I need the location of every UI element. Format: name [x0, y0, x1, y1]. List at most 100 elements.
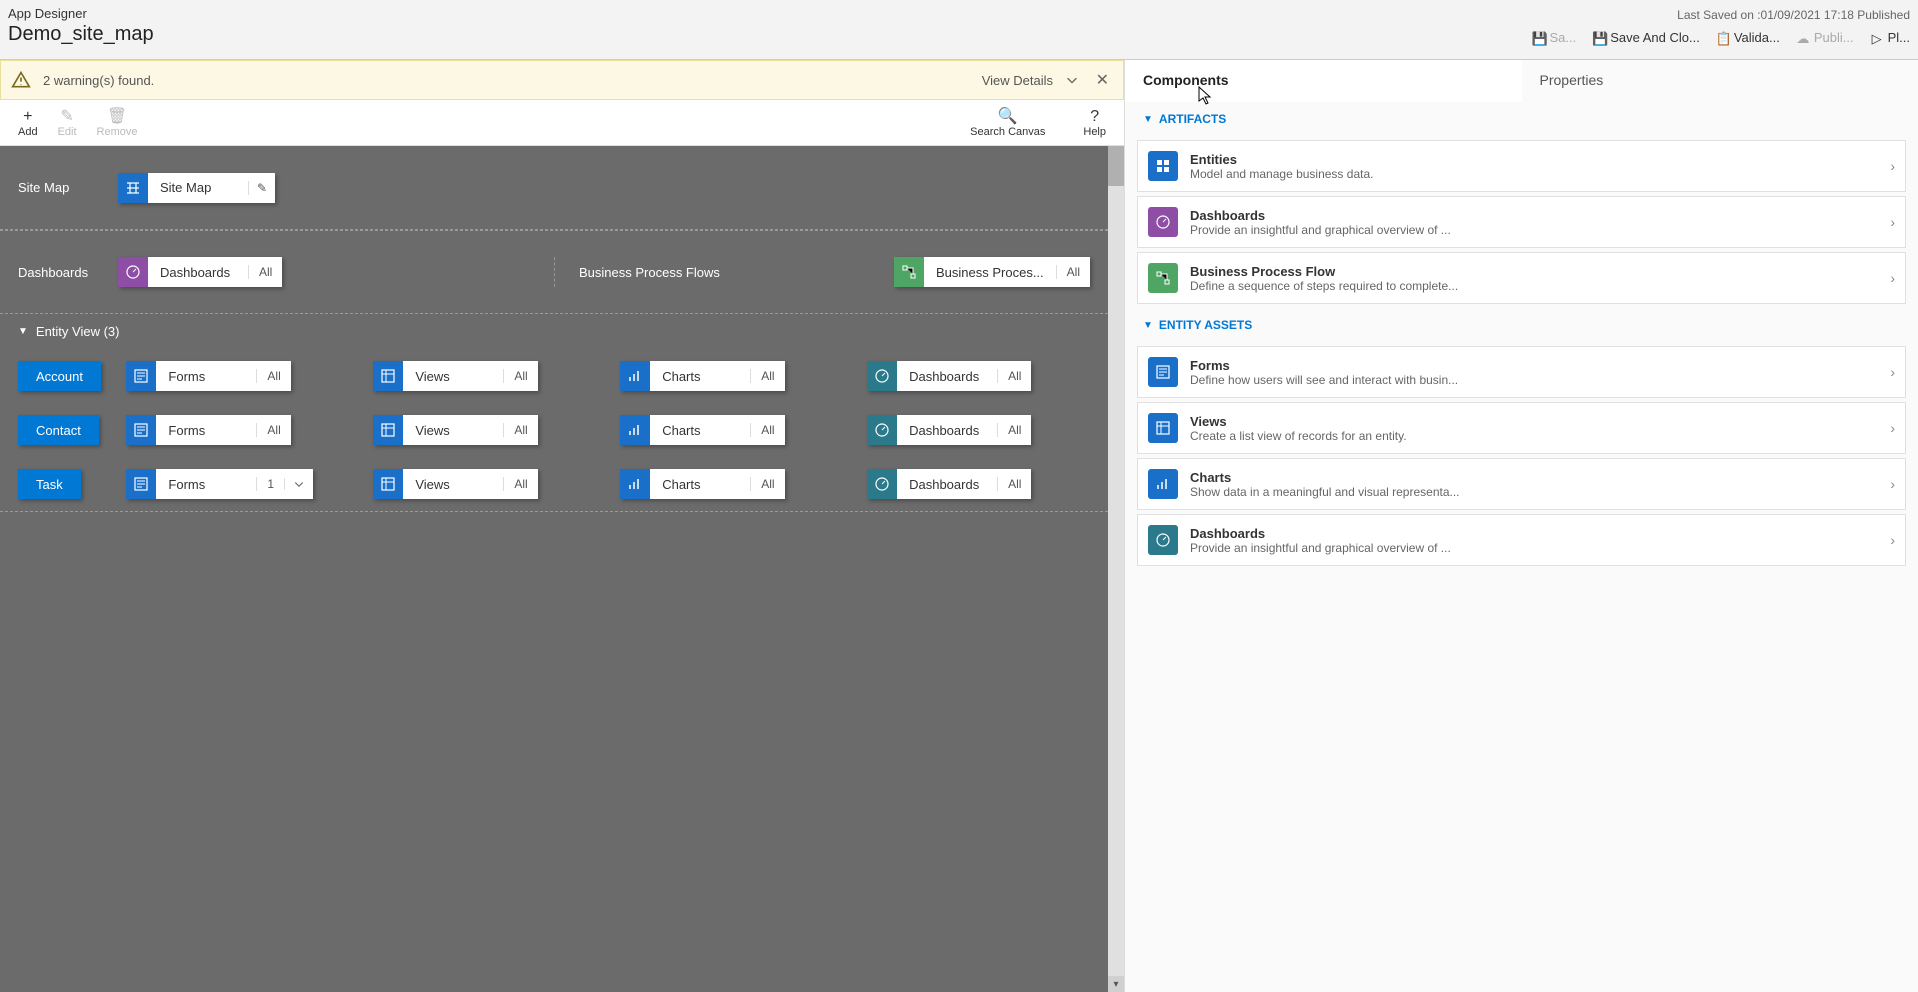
form-icon	[126, 361, 156, 391]
entity-view-section: ▼ Entity View (3) Account Forms All View…	[0, 314, 1108, 512]
chevron-right-icon: ›	[1890, 532, 1895, 548]
publish-icon: ☁	[1796, 31, 1810, 45]
component-body: Business Process Flow Define a sequence …	[1190, 264, 1878, 293]
save-label: Sa...	[1549, 30, 1576, 45]
component-desc: Model and manage business data.	[1190, 167, 1878, 181]
component-card-views[interactable]: Views Create a list view of records for …	[1137, 402, 1906, 454]
sitemap-tile-label: Site Map	[148, 180, 248, 195]
dashboards-label: Dashboards	[18, 265, 118, 280]
views-tile[interactable]: Views All	[373, 469, 537, 499]
entity-row: Account Forms All Views All Charts All D…	[0, 349, 1108, 403]
views-badge: All	[503, 423, 537, 437]
main-area: 2 warning(s) found. View Details ✕ + Add…	[0, 60, 1918, 992]
tab-components[interactable]: Components	[1125, 60, 1522, 102]
chart-icon	[620, 415, 650, 445]
validate-label: Valida...	[1734, 30, 1780, 45]
chevron-down-icon[interactable]	[284, 478, 313, 490]
header: App Designer Demo_site_map Last Saved on…	[0, 0, 1918, 60]
forms-badge: 1	[256, 477, 284, 491]
dashboards-tile[interactable]: Dashboards All	[867, 361, 1031, 391]
forms-tile[interactable]: Forms 1	[126, 469, 313, 499]
vertical-scrollbar[interactable]: ▾	[1108, 146, 1124, 992]
dashboards-label: Dashboards	[897, 369, 997, 384]
tab-properties[interactable]: Properties	[1522, 60, 1918, 102]
component-card-dashboards[interactable]: Dashboards Provide an insightful and gra…	[1137, 196, 1906, 248]
search-canvas-button[interactable]: 🔍 Search Canvas	[960, 106, 1055, 140]
scrollbar-thumb[interactable]	[1108, 146, 1124, 186]
entity-row: Contact Forms All Views All Charts All D…	[0, 403, 1108, 457]
edit-label: Edit	[58, 126, 77, 138]
save-close-icon: 💾	[1592, 31, 1606, 45]
component-title: Dashboards	[1190, 208, 1878, 223]
artifacts-label: ARTIFACTS	[1159, 112, 1226, 126]
close-icon[interactable]: ✕	[1096, 70, 1109, 90]
charts-tile[interactable]: Charts All	[620, 469, 784, 499]
add-label: Add	[18, 126, 38, 138]
view-details-link[interactable]: View Details	[982, 73, 1053, 88]
component-desc: Provide an insightful and graphical over…	[1190, 223, 1878, 237]
gauge-icon	[1148, 525, 1178, 555]
entity-view-toggle[interactable]: ▼ Entity View (3)	[0, 314, 1108, 349]
save-and-close-button[interactable]: 💾 Save And Clo...	[1592, 30, 1700, 45]
validate-button[interactable]: 📋 Valida...	[1716, 30, 1780, 45]
flow-icon	[1148, 263, 1178, 293]
warning-bar: 2 warning(s) found. View Details ✕	[0, 60, 1124, 100]
charts-tile[interactable]: Charts All	[620, 361, 784, 391]
play-button[interactable]: ▷ Pl...	[1870, 30, 1910, 45]
sitemap-icon	[118, 173, 148, 203]
sidebar: Components Properties ▼ ARTIFACTS Entiti…	[1124, 60, 1918, 992]
canvas[interactable]: Site Map Site Map ✎ Dashboards	[0, 146, 1124, 992]
forms-tile[interactable]: Forms All	[126, 415, 290, 445]
entity-button[interactable]: Task	[18, 469, 81, 499]
pencil-icon: ✎	[60, 108, 73, 126]
sidebar-tabs: Components Properties	[1125, 60, 1918, 102]
component-body: Forms Define how users will see and inte…	[1190, 358, 1878, 387]
component-card-forms[interactable]: Forms Define how users will see and inte…	[1137, 346, 1906, 398]
views-tile[interactable]: Views All	[373, 415, 537, 445]
help-label: Help	[1083, 126, 1106, 138]
dashboards-tile[interactable]: Dashboards All	[867, 415, 1031, 445]
toolbar: + Add ✎ Edit 🗑 Remove 🔍 Search Canvas ? …	[0, 100, 1124, 146]
component-title: Charts	[1190, 470, 1878, 485]
chevron-right-icon: ›	[1890, 270, 1895, 286]
chevron-down-icon[interactable]	[1065, 73, 1079, 87]
bpf-tile[interactable]: Business Proces... All	[894, 257, 1090, 287]
dashboards-tile[interactable]: Dashboards All	[118, 257, 282, 287]
entity-button[interactable]: Account	[18, 361, 101, 391]
dashboards-badge: All	[997, 369, 1031, 383]
artifacts-group-header[interactable]: ▼ ARTIFACTS	[1125, 102, 1918, 136]
views-tile[interactable]: Views All	[373, 361, 537, 391]
play-label: Pl...	[1888, 30, 1910, 45]
component-card-charts[interactable]: Charts Show data in a meaningful and vis…	[1137, 458, 1906, 510]
publish-label: Publi...	[1814, 30, 1854, 45]
entity-button[interactable]: Contact	[18, 415, 99, 445]
gauge-icon	[118, 257, 148, 287]
forms-badge: All	[256, 369, 290, 383]
sitemap-tile[interactable]: Site Map ✎	[118, 173, 275, 203]
chevron-right-icon: ›	[1890, 476, 1895, 492]
forms-tile[interactable]: Forms All	[126, 361, 290, 391]
charts-tile[interactable]: Charts All	[620, 415, 784, 445]
triangle-down-icon: ▼	[1143, 114, 1153, 125]
canvas-inner: Site Map Site Map ✎ Dashboards	[0, 146, 1108, 512]
gauge-icon	[867, 361, 897, 391]
entity-assets-label: ENTITY ASSETS	[1159, 318, 1252, 332]
dashboards-badge: All	[248, 265, 282, 279]
add-button[interactable]: + Add	[8, 106, 48, 140]
bpf-badge: All	[1056, 265, 1090, 279]
sitemap-edit-icon[interactable]: ✎	[248, 181, 275, 195]
dashboards-tile[interactable]: Dashboards All	[867, 469, 1031, 499]
component-card-entities[interactable]: Entities Model and manage business data.…	[1137, 140, 1906, 192]
views-label: Views	[403, 477, 503, 492]
warning-text: 2 warning(s) found.	[43, 73, 154, 88]
help-button[interactable]: ? Help	[1073, 106, 1116, 140]
entity-assets-group-header[interactable]: ▼ ENTITY ASSETS	[1125, 308, 1918, 342]
scroll-down-icon[interactable]: ▾	[1108, 976, 1124, 992]
component-desc: Provide an insightful and graphical over…	[1190, 541, 1878, 555]
charts-badge: All	[750, 477, 784, 491]
charts-label: Charts	[650, 423, 750, 438]
component-card-business-process-flow[interactable]: Business Process Flow Define a sequence …	[1137, 252, 1906, 304]
charts-label: Charts	[650, 369, 750, 384]
trash-icon: 🗑	[107, 108, 127, 126]
component-card-dashboards[interactable]: Dashboards Provide an insightful and gra…	[1137, 514, 1906, 566]
